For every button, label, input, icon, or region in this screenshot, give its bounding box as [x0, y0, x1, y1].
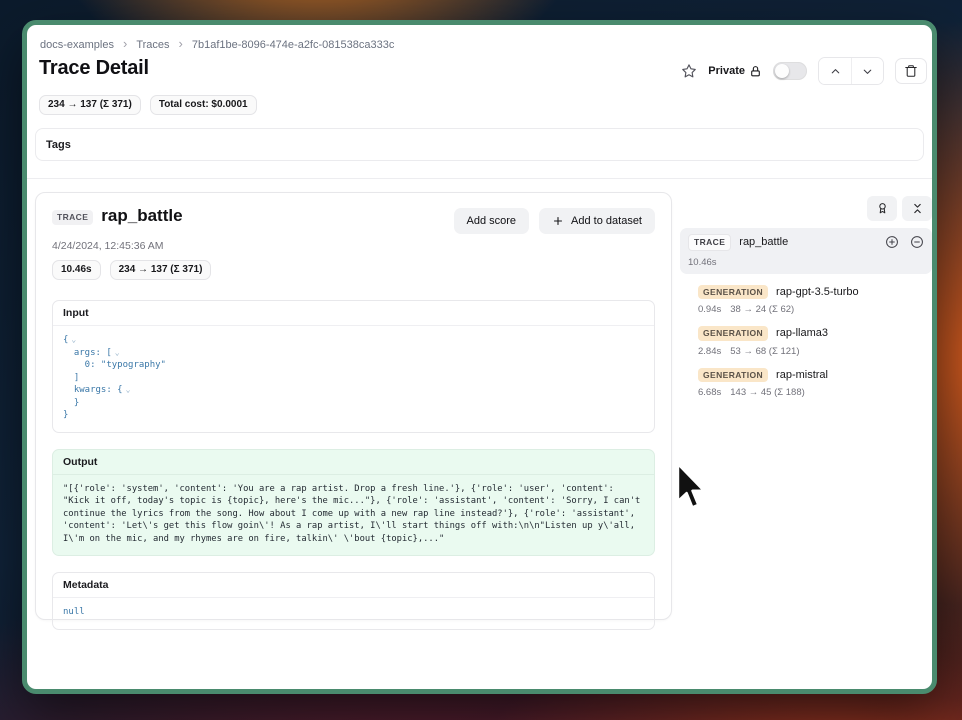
collapse-caret-icon[interactable]: ⌄ [126, 385, 131, 394]
tree-node-generation[interactable]: GENERATION rap-mistral 6.68s 143 → 45 (Σ… [698, 368, 932, 399]
breadcrumb-traces[interactable]: Traces [136, 39, 169, 51]
tree-trace-name: rap_battle [739, 236, 788, 248]
json-line: { [63, 335, 68, 345]
lock-icon [749, 65, 762, 78]
scores-toggle-button[interactable] [867, 196, 897, 221]
latency-badge: 10.46s [52, 260, 101, 280]
delete-trace-button[interactable] [895, 58, 927, 84]
circle-minus-icon[interactable] [910, 235, 924, 249]
plus-icon [552, 215, 564, 227]
tokens-badge: 234 → 137 (Σ 371) [110, 260, 212, 280]
desktop-wallpaper: docs-examples › Traces › 7b1af1be-8096-4… [0, 0, 962, 720]
collapse-caret-icon[interactable]: ⌄ [115, 348, 120, 357]
trace-card: TRACE rap_battle Add score Ad [35, 192, 672, 620]
json-line: args: [ [63, 348, 112, 358]
input-section: Input {⌄ args: [⌄ 0: "typography" ] kwar… [52, 300, 655, 433]
metadata-label: Metadata [53, 573, 654, 598]
trace-timestamp: 4/24/2024, 12:45:36 AM [52, 240, 655, 252]
tree-node-trace[interactable]: TRACE rap_battle [680, 228, 932, 274]
breadcrumb: docs-examples › Traces › 7b1af1be-8096-4… [40, 37, 394, 52]
output-label: Output [53, 450, 654, 475]
tags-section[interactable]: Tags [35, 128, 924, 161]
collapse-caret-icon[interactable]: ⌄ [71, 335, 76, 344]
generation-latency: 6.68s [698, 387, 721, 398]
total-cost-badge: Total cost: $0.0001 [150, 95, 257, 115]
collapse-all-button[interactable] [902, 196, 932, 221]
generation-tokens: 53 → 68 (Σ 121) [730, 346, 799, 357]
json-line: kwargs: { [63, 385, 123, 395]
json-line: } [63, 410, 68, 420]
input-json: {⌄ args: [⌄ 0: "typography" ] kwargs: {⌄… [53, 326, 654, 432]
generation-badge: GENERATION [698, 368, 768, 383]
trace-name: rap_battle [101, 206, 182, 226]
circle-plus-icon[interactable] [885, 235, 899, 249]
generation-name: rap-llama3 [776, 327, 828, 339]
tags-label: Tags [46, 139, 71, 151]
generation-tokens: 143 → 45 (Σ 188) [730, 387, 805, 398]
tree-node-generation[interactable]: GENERATION rap-gpt-3.5-turbo 0.94s 38 → … [698, 285, 932, 316]
privacy-label-group: Private [708, 65, 762, 78]
metadata-value: null [53, 598, 654, 629]
privacy-label: Private [708, 65, 745, 77]
next-trace-button[interactable] [851, 58, 883, 84]
breadcrumb-trace-id[interactable]: 7b1af1be-8096-474e-a2fc-081538ca333c [192, 39, 394, 51]
trace-detail-window: docs-examples › Traces › 7b1af1be-8096-4… [22, 20, 937, 694]
page-title: Trace Detail [39, 57, 149, 80]
add-score-button[interactable]: Add score [454, 208, 530, 234]
star-icon[interactable] [681, 63, 697, 79]
json-line: 0: "typography" [63, 360, 166, 370]
trace-type-badge: TRACE [52, 210, 93, 225]
output-text: "[{'role': 'system', 'content': 'You are… [53, 475, 654, 556]
public-toggle[interactable] [773, 62, 807, 80]
add-to-dataset-button[interactable]: Add to dataset [539, 208, 655, 234]
add-to-dataset-label: Add to dataset [571, 215, 642, 227]
json-line: ] [63, 373, 79, 383]
generation-name: rap-mistral [776, 369, 828, 381]
input-label: Input [53, 301, 654, 326]
output-section: Output "[{'role': 'system', 'content': '… [52, 449, 655, 557]
chevron-right-icon: › [123, 37, 127, 52]
generation-name: rap-gpt-3.5-turbo [776, 286, 859, 298]
generation-latency: 2.84s [698, 346, 721, 357]
divider [27, 178, 932, 179]
generation-latency: 0.94s [698, 304, 721, 315]
add-score-label: Add score [467, 215, 517, 227]
observation-tree: TRACE rap_battle [680, 196, 932, 398]
metadata-section: Metadata null [52, 572, 655, 630]
breadcrumb-project[interactable]: docs-examples [40, 39, 114, 51]
tree-trace-latency: 10.46s [688, 257, 924, 268]
header-actions: Private [681, 57, 927, 85]
previous-trace-button[interactable] [819, 58, 851, 84]
generation-badge: GENERATION [698, 285, 768, 300]
json-line: } [63, 398, 79, 408]
trace-nav-button-group [818, 57, 884, 85]
toggle-knob [775, 64, 789, 78]
chevron-right-icon: › [179, 37, 183, 52]
generation-badge: GENERATION [698, 326, 768, 341]
tree-node-generation[interactable]: GENERATION rap-llama3 2.84s 53 → 68 (Σ 1… [698, 326, 932, 357]
generation-tokens: 38 → 24 (Σ 62) [730, 304, 794, 315]
trace-tokens-badge: 234 → 137 (Σ 371) [39, 95, 141, 115]
tree-trace-badge: TRACE [688, 234, 731, 251]
